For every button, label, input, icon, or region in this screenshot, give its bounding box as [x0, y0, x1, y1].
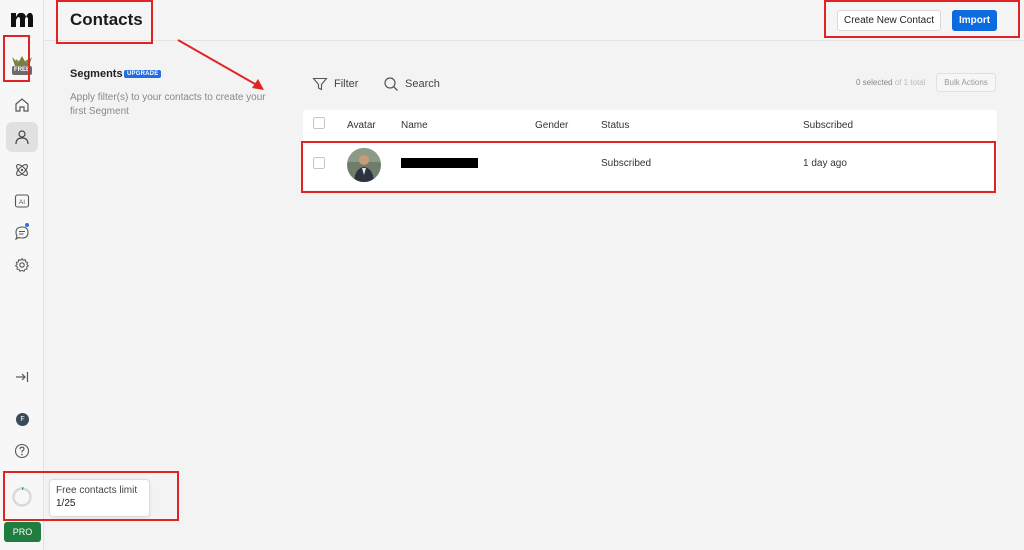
user-avatar[interactable]: F [16, 413, 29, 426]
sidebar-item-integrations[interactable] [6, 155, 38, 185]
help-icon [14, 443, 30, 459]
search-button[interactable]: Search [383, 75, 440, 93]
annotation-box-header-buttons [824, 0, 1020, 38]
column-header-subscribed[interactable]: Subscribed [803, 120, 853, 131]
segments-title: Segments [70, 68, 123, 80]
search-label: Search [405, 78, 440, 90]
sidebar-item-contacts[interactable] [6, 122, 38, 152]
column-header-gender[interactable]: Gender [535, 120, 568, 131]
sidebar-item-settings[interactable] [6, 250, 38, 280]
column-header-avatar: Avatar [347, 120, 376, 131]
gear-icon [14, 257, 30, 272]
help-button[interactable] [6, 436, 38, 466]
total-count: of 1 total [894, 78, 926, 87]
select-all-checkbox[interactable] [313, 117, 325, 129]
selection-status: 0 selected of 1 total [856, 78, 925, 87]
annotation-box-free-badge [3, 35, 30, 82]
column-header-status[interactable]: Status [601, 120, 629, 131]
annotation-box-contact-row [301, 141, 996, 193]
home-icon [15, 98, 29, 112]
ai-icon: AI [14, 194, 30, 208]
atom-icon [16, 164, 28, 176]
filter-icon [312, 77, 328, 91]
notification-dot [25, 223, 29, 227]
pro-button[interactable]: PRO [4, 522, 41, 542]
segments-description: Apply filter(s) to your contacts to crea… [70, 92, 266, 117]
column-header-name[interactable]: Name [401, 120, 428, 131]
annotation-box-limit [3, 471, 179, 521]
filter-label: Filter [334, 78, 359, 90]
collapse-sidebar-button[interactable] [6, 362, 38, 392]
annotation-arrow-icon [177, 39, 264, 90]
filter-button[interactable]: Filter [312, 75, 358, 93]
search-icon [384, 77, 398, 91]
user-icon [15, 130, 29, 145]
table-header: Avatar Name Gender Status Subscribed [303, 110, 997, 142]
sidebar-item-messages[interactable] [6, 218, 38, 248]
chat-icon [15, 226, 29, 241]
bulk-actions-button[interactable]: Bulk Actions [936, 73, 996, 92]
upgrade-badge[interactable]: UPGRADE [124, 70, 162, 78]
annotation-box-title [56, 0, 153, 44]
sidebar-item-ai[interactable]: AI [6, 186, 38, 216]
sidebar-item-home[interactable] [6, 90, 38, 120]
brand-logo-icon[interactable] [10, 10, 34, 28]
collapse-arrow-icon [16, 372, 29, 382]
sidebar: FREE AI F PRO [0, 0, 44, 550]
svg-text:AI: AI [19, 199, 25, 206]
selected-count: 0 selected [856, 78, 893, 87]
